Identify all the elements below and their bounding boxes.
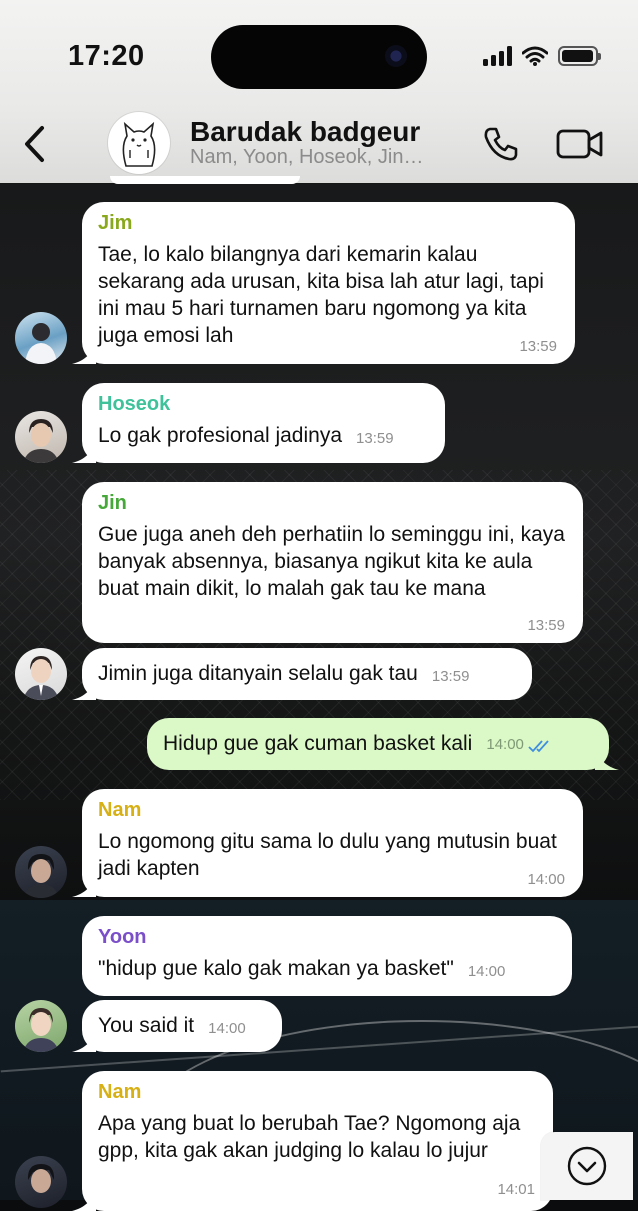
chat-header: 17:20 Barudak badgeur Nam, Yoon, Hoseok,…	[0, 0, 638, 183]
double-check-icon	[528, 739, 549, 752]
outgoing-message-bubble[interactable]: Hidup gue gak cuman basket kali 14:00	[147, 718, 609, 770]
back-button[interactable]	[14, 122, 54, 166]
message-text: Jimin juga ditanyain selalu gak tau	[98, 662, 418, 685]
message-time: 13:59	[356, 430, 394, 447]
phone-icon	[484, 127, 518, 161]
status-icons	[483, 46, 601, 66]
sender-name: Yoon	[98, 926, 147, 948]
sender-name: Nam	[98, 799, 142, 821]
wifi-icon	[522, 46, 548, 66]
message-text: Gue juga aneh deh perhatiin lo seminggu …	[98, 523, 565, 600]
battery-icon	[558, 46, 601, 66]
scroll-to-bottom-button[interactable]	[541, 1132, 633, 1200]
sender-name: Nam	[98, 1081, 142, 1103]
message-time: 13:59	[431, 668, 470, 685]
avatar[interactable]	[15, 846, 67, 898]
sender-name: Jin	[98, 492, 127, 514]
message-time: 14:00	[527, 871, 565, 888]
video-call-button[interactable]	[554, 124, 606, 164]
avatar[interactable]	[15, 1156, 67, 1208]
sender-name: Hoseok	[98, 393, 171, 415]
sender-name: Jim	[98, 212, 133, 234]
message-bubble[interactable]: You said it 14:00	[82, 1000, 282, 1052]
message-text: "hidup gue kalo gak makan ya basket"	[98, 957, 454, 980]
message-bubble[interactable]: Jim Tae, lo kalo bilangnya dari kemarin …	[82, 202, 575, 364]
previous-message-edge	[110, 176, 300, 184]
avatar[interactable]	[15, 648, 67, 700]
message-time: 14:00	[467, 963, 506, 980]
message-text: Lo ngomong gitu sama lo dulu yang mutusi…	[98, 830, 557, 880]
message-bubble[interactable]: Nam Apa yang buat lo berubah Tae? Ngomon…	[82, 1071, 553, 1211]
message-bubble[interactable]: Hoseok Lo gak profesional jadinya 13:59	[82, 383, 445, 463]
message-text: Lo gak profesional jadinya	[98, 424, 343, 447]
message-time: 13:59	[519, 338, 557, 355]
message-text: Apa yang buat lo berubah Tae? Ngomong aj…	[98, 1112, 521, 1162]
chat-title[interactable]: Barudak badgeur	[190, 116, 420, 148]
message-text: Hidup gue gak cuman basket kali	[163, 732, 473, 755]
message-time: 13:59	[527, 617, 565, 634]
status-time: 17:20	[68, 40, 145, 72]
chat-members[interactable]: Nam, Yoon, Hoseok, Jin…	[190, 146, 465, 169]
avatar[interactable]	[15, 411, 67, 463]
chevron-down-circle-icon	[567, 1146, 607, 1186]
voice-call-button[interactable]	[478, 122, 522, 166]
video-camera-icon	[556, 129, 603, 159]
message-time: 14:01	[497, 1181, 535, 1198]
cellular-signal-icon	[483, 46, 512, 66]
group-avatar[interactable]	[108, 112, 170, 174]
message-time: 14:00	[486, 736, 524, 753]
message-bubble[interactable]: Jin Gue juga aneh deh perhatiin lo semin…	[82, 482, 583, 643]
message-bubble[interactable]: Jimin juga ditanyain selalu gak tau 13:5…	[82, 648, 532, 700]
avatar[interactable]	[15, 1000, 67, 1052]
avatar[interactable]	[15, 312, 67, 364]
message-bubble[interactable]: Yoon "hidup gue kalo gak makan ya basket…	[82, 916, 572, 996]
message-text: You said it	[98, 1014, 195, 1037]
message-time: 14:00	[208, 1020, 246, 1037]
cat-icon	[122, 121, 156, 167]
message-bubble[interactable]: Nam Lo ngomong gitu sama lo dulu yang mu…	[82, 789, 583, 897]
chevron-left-icon	[25, 126, 44, 162]
message-text: Tae, lo kalo bilangnya dari kemarin kala…	[98, 243, 544, 347]
dynamic-island	[211, 25, 427, 89]
